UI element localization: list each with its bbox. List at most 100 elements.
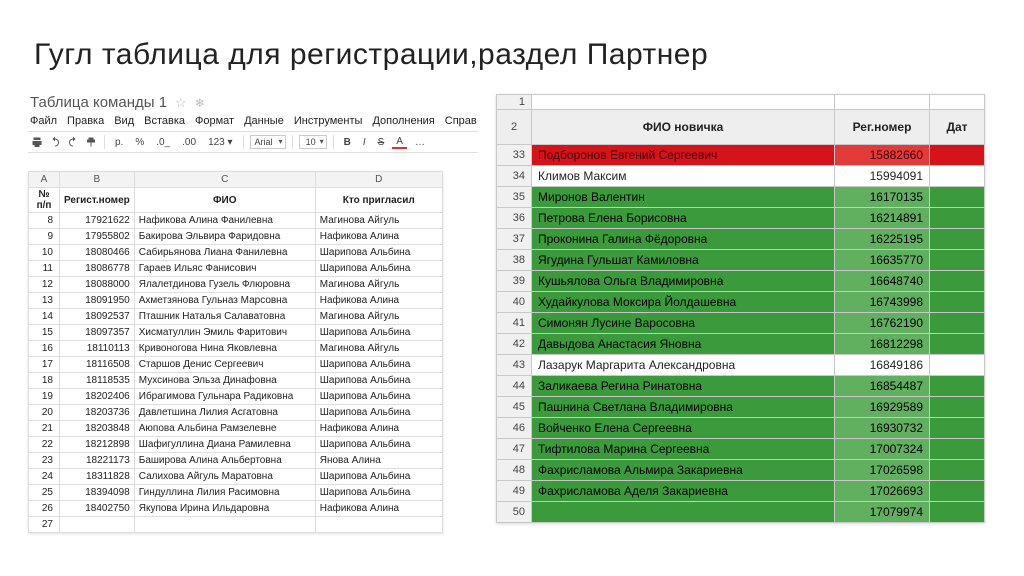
cell-reg[interactable]: 18091950 bbox=[60, 293, 135, 309]
cell-regnum[interactable]: 17026598 bbox=[835, 460, 930, 481]
cell-date[interactable] bbox=[930, 292, 985, 313]
menu-дополнения[interactable]: Дополнения bbox=[372, 115, 434, 127]
cell-num[interactable]: 13 bbox=[29, 293, 60, 309]
cell-num[interactable]: 15 bbox=[29, 325, 60, 341]
cell-regnum[interactable]: 16170135 bbox=[835, 187, 930, 208]
cell-fio[interactable]: Баширова Алина Альбертовна bbox=[134, 453, 315, 469]
spreadsheet-name[interactable]: Таблица команды 1 bbox=[30, 94, 167, 111]
cell-name[interactable]: Симонян Лусине Варосовна bbox=[532, 313, 835, 334]
cell-date[interactable] bbox=[930, 481, 985, 502]
table-row[interactable]: 42Давыдова Анастасия Яновна16812298 bbox=[497, 334, 985, 355]
toolbar-more[interactable]: … bbox=[411, 137, 429, 148]
cell-name[interactable]: Климов Максим bbox=[532, 166, 835, 187]
row-number[interactable]: 44 bbox=[497, 376, 532, 397]
right-data-grid[interactable]: 1 2 ФИО новичка Рег.номер Дат 33Подборон… bbox=[496, 94, 985, 523]
cell-date[interactable] bbox=[930, 502, 985, 523]
table-row[interactable]: 36Петрова Елена Борисовна16214891 bbox=[497, 208, 985, 229]
cell-regnum[interactable]: 16225195 bbox=[835, 229, 930, 250]
cell-regnum[interactable]: 16214891 bbox=[835, 208, 930, 229]
cell-reg[interactable]: 18203736 bbox=[60, 405, 135, 421]
cell-regnum[interactable]: 16929589 bbox=[835, 397, 930, 418]
cell-name[interactable]: Миронов Валентин bbox=[532, 187, 835, 208]
cell-reg[interactable]: 17955802 bbox=[60, 229, 135, 245]
menu-формат[interactable]: Формат bbox=[195, 115, 234, 127]
table-row[interactable]: 39Кушьялова Ольга Владимировна16648740 bbox=[497, 271, 985, 292]
cell-reg[interactable]: 18118535 bbox=[60, 373, 135, 389]
cell-date[interactable] bbox=[930, 376, 985, 397]
cell-inviter[interactable]: Шарипова Альбина bbox=[315, 485, 442, 501]
cell-regnum[interactable]: 17026693 bbox=[835, 481, 930, 502]
font-family-select[interactable]: Arial bbox=[250, 135, 286, 149]
row-number[interactable]: 37 bbox=[497, 229, 532, 250]
cell-num[interactable]: 11 bbox=[29, 261, 60, 277]
cell-reg[interactable]: 18116508 bbox=[60, 357, 135, 373]
cell-regnum[interactable]: 16812298 bbox=[835, 334, 930, 355]
col-c[interactable]: C bbox=[134, 172, 315, 188]
cell-date[interactable] bbox=[930, 166, 985, 187]
row-number[interactable]: 2 bbox=[497, 110, 532, 145]
row-number[interactable]: 39 bbox=[497, 271, 532, 292]
menu-вставка[interactable]: Вставка bbox=[144, 115, 185, 127]
undo-icon[interactable] bbox=[48, 135, 62, 149]
cell-date[interactable] bbox=[930, 208, 985, 229]
table-row[interactable]: 2418311828Салихова Айгуль МаратовнаШарип… bbox=[29, 469, 443, 485]
table-row[interactable]: 46Войченко Елена Сергеевна16930732 bbox=[497, 418, 985, 439]
row-number[interactable]: 34 bbox=[497, 166, 532, 187]
cell-reg[interactable]: 18086778 bbox=[60, 261, 135, 277]
cell-fio[interactable]: Бакирова Эльвира Фаридовна bbox=[134, 229, 315, 245]
cell-fio[interactable]: Ялалетдинова Гузель Флюровна bbox=[134, 277, 315, 293]
cell-name[interactable]: Худайкулова Моксира Йолдашевна bbox=[532, 292, 835, 313]
table-row[interactable]: 37Проконина Галина Фёдоровна16225195 bbox=[497, 229, 985, 250]
cell-reg[interactable]: 18212898 bbox=[60, 437, 135, 453]
cell-reg[interactable] bbox=[60, 517, 135, 533]
cell-reg[interactable]: 18311828 bbox=[60, 469, 135, 485]
cell-reg[interactable]: 18092537 bbox=[60, 309, 135, 325]
table-row[interactable]: 817921622Нафикова Алина ФанилевнаМагинов… bbox=[29, 213, 443, 229]
font-size-select[interactable]: 10 bbox=[299, 135, 327, 149]
cell-inviter[interactable]: Нафикова Алина bbox=[315, 293, 442, 309]
row-number[interactable]: 1 bbox=[497, 95, 532, 110]
cell-reg[interactable]: 18080466 bbox=[60, 245, 135, 261]
table-row[interactable]: 38Ягудина Гульшат Камиловна16635770 bbox=[497, 250, 985, 271]
cell-num[interactable]: 23 bbox=[29, 453, 60, 469]
table-row[interactable]: 49Фахрисламова Аделя Закариевна17026693 bbox=[497, 481, 985, 502]
cell-name[interactable]: Фахрисламова Аделя Закариевна bbox=[532, 481, 835, 502]
cell-reg[interactable]: 18110113 bbox=[60, 341, 135, 357]
cell-fio[interactable]: Шафигуллина Диана Рамилевна bbox=[134, 437, 315, 453]
table-row[interactable]: 47Тифтилова Марина Сергеевна17007324 bbox=[497, 439, 985, 460]
cell-fio[interactable]: Гараев Ильяс Фанисович bbox=[134, 261, 315, 277]
row-number[interactable]: 47 bbox=[497, 439, 532, 460]
cell-reg[interactable]: 18088000 bbox=[60, 277, 135, 293]
cell-inviter[interactable]: Нафикова Алина bbox=[315, 501, 442, 517]
row-number[interactable]: 33 bbox=[497, 145, 532, 166]
cell-date[interactable] bbox=[930, 229, 985, 250]
cell-inviter[interactable]: Нафикова Алина bbox=[315, 421, 442, 437]
cell-fio[interactable]: Ахметзянова Гульназ Марсовна bbox=[134, 293, 315, 309]
table-row[interactable]: 2318221173Баширова Алина АльбертовнаЯнов… bbox=[29, 453, 443, 469]
cell-fio[interactable]: Кривоногова Нина Яковлевна bbox=[134, 341, 315, 357]
row-number[interactable]: 43 bbox=[497, 355, 532, 376]
strike-button[interactable]: S bbox=[374, 137, 389, 148]
table-row[interactable]: 41Симонян Лусине Варосовна16762190 bbox=[497, 313, 985, 334]
row-number[interactable]: 40 bbox=[497, 292, 532, 313]
cell-regnum[interactable]: 16648740 bbox=[835, 271, 930, 292]
cell-fio[interactable]: Ибрагимова Гульнара Радиковна bbox=[134, 389, 315, 405]
paint-format-icon[interactable] bbox=[84, 135, 98, 149]
cell-fio[interactable]: Пташник Наталья Салаватовна bbox=[134, 309, 315, 325]
table-row[interactable]: 48Фахрисламова Альмира Закариевна1702659… bbox=[497, 460, 985, 481]
cell-num[interactable]: 26 bbox=[29, 501, 60, 517]
cell-inviter[interactable]: Магинова Айгуль bbox=[315, 213, 442, 229]
cell-name[interactable]: Пашнина Светлана Владимировна bbox=[532, 397, 835, 418]
cell-fio[interactable]: Нафикова Алина Фанилевна bbox=[134, 213, 315, 229]
menu-файл[interactable]: Файл bbox=[30, 115, 57, 127]
table-row[interactable]: 1318091950Ахметзянова Гульназ МарсовнаНа… bbox=[29, 293, 443, 309]
table-row[interactable]: 44Заликаева Регина Ринатовна16854487 bbox=[497, 376, 985, 397]
cell-fio[interactable]: Салихова Айгуль Маратовна bbox=[134, 469, 315, 485]
row-number[interactable]: 35 bbox=[497, 187, 532, 208]
table-row[interactable]: 917955802Бакирова Эльвира ФаридовнаНафик… bbox=[29, 229, 443, 245]
menu-инструменты[interactable]: Инструменты bbox=[294, 115, 363, 127]
cell-date[interactable] bbox=[930, 334, 985, 355]
number-format[interactable]: 123 ▾ bbox=[204, 137, 236, 148]
menu-данные[interactable]: Данные bbox=[244, 115, 284, 127]
cell-inviter[interactable]: Шарипова Альбина bbox=[315, 437, 442, 453]
